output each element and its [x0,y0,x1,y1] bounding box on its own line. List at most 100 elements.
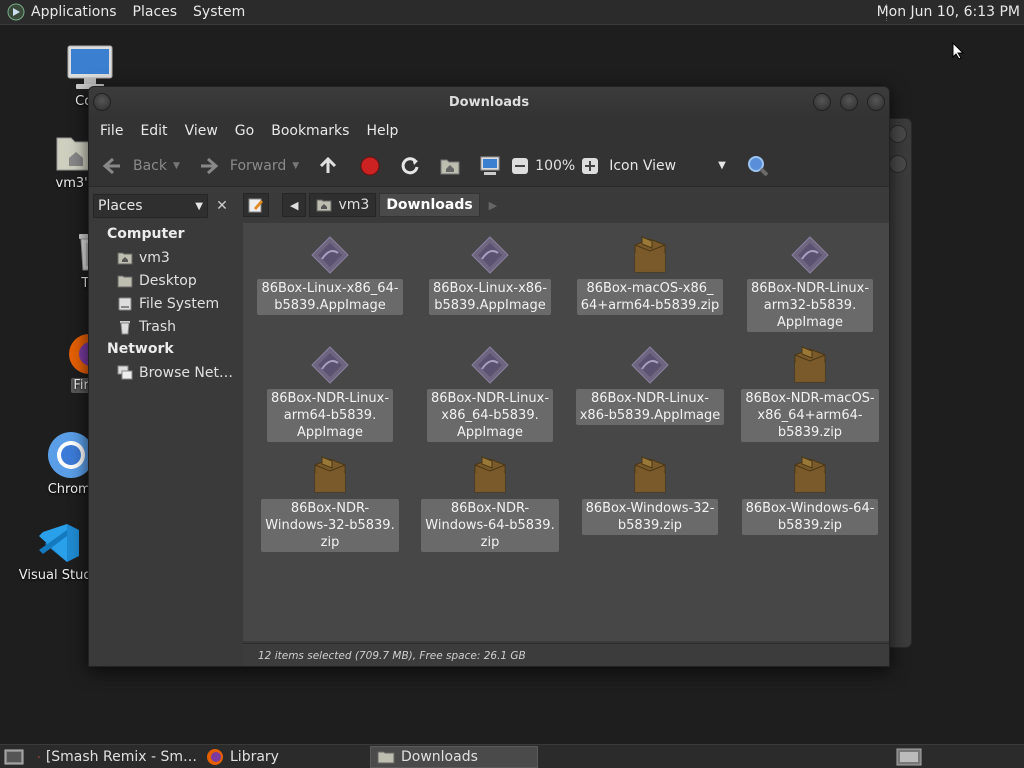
file-item[interactable]: 86Box-NDR- Windows-32-b5839. zip [255,455,405,552]
zoom-in-button[interactable] [581,150,599,182]
file-name-label: 86Box-NDR-Linux-x86_64-b5839. AppImage [426,389,554,442]
file-name-line: 86Box-Linux-x86- [432,281,548,296]
file-item[interactable]: 86Box-NDR-Linux-arm64-b5839. AppImage [255,345,405,442]
home-button[interactable] [439,150,461,182]
computer-button[interactable] [479,150,501,182]
task-smash-remix[interactable]: [Smash Remix - Sm… [32,746,197,768]
home-folder-icon [316,199,332,212]
file-icon-view[interactable]: 86Box-Linux-x86_64- b5839.AppImage 86Box-L… [243,223,889,641]
file-name-line: b5839.AppImage [434,298,546,313]
sidebar-item-file-system[interactable]: File System [117,294,219,314]
sidebar-item-label: Trash [139,319,176,335]
sidebar-item-vm3[interactable]: vm3 [117,248,170,268]
forward-button[interactable]: Forward ▼ [198,150,299,182]
file-item[interactable]: 86Box-Windows-32- b5839.zip [575,455,725,535]
menu-view[interactable]: View [185,123,218,139]
menu-edit[interactable]: Edit [140,123,167,139]
forward-history-chevron-icon[interactable]: ▼ [292,161,299,171]
back-button[interactable]: Back ▼ [101,150,180,182]
maximize-icon[interactable] [840,93,858,111]
menu-file[interactable]: File [100,123,123,139]
file-name-line: zip [480,535,500,550]
file-item[interactable]: 86Box-NDR-Linux-arm32-b5839. AppImage [735,235,885,332]
file-name-label: 86Box-macOS-x86_ 64+arm64-b5839.zip [576,279,724,315]
zoom-out-button[interactable] [511,150,529,182]
breadcrumb-label: Downloads [386,197,473,213]
stop-button[interactable] [359,150,381,182]
applications-menu[interactable]: Applications [31,4,117,20]
file-item[interactable]: 86Box-NDR- Windows-64-b5839. zip [415,455,565,552]
workspace-switcher[interactable] [894,746,928,768]
zoom-level[interactable]: 100% [535,150,575,182]
file-item[interactable]: 86Box-Linux-x86- b5839.AppImage [415,235,565,315]
window-titlebar[interactable]: Downloads [89,87,889,117]
places-selector[interactable]: Places ▼ [93,194,208,218]
reload-button[interactable] [399,150,421,182]
task-library[interactable]: Library [200,746,365,768]
file-name-line: 64+arm64-b5839.zip [580,298,720,313]
sidebar-item-label: File System [139,296,220,312]
file-manager-window[interactable]: Downloads File Edit View Go Bookmarks He… [88,86,890,667]
file-name-line: 86Box-Windows-32- [585,501,715,516]
file-name-line: AppImage [776,315,844,330]
bottom-taskbar: [Smash Remix - Sm… Library Downloads [0,744,1024,768]
file-name-line: x86_64+arm64- [757,408,863,423]
sidebar-item-browse-network[interactable]: Browse Net… [117,363,233,383]
window-control-icon[interactable] [889,155,907,173]
file-name-line: 86Box-NDR- [290,501,370,516]
file-item[interactable]: 86Box-NDR-Linux-x86-b5839.AppImage [575,345,725,425]
system-menu[interactable]: System [193,4,245,20]
sidebar-item-label: Browse Net… [139,365,234,381]
window-menu-icon[interactable] [93,93,111,111]
firefox-icon [207,749,223,765]
system-menu-logo-icon[interactable] [7,3,25,21]
zoom-out-icon [512,157,529,174]
forward-label: Forward [229,157,287,174]
places-menu[interactable]: Places [133,4,178,20]
network-icon [117,365,133,380]
file-item[interactable]: 86Box-NDR-Linux-x86_64-b5839. AppImage [415,345,565,442]
file-name-line: Windows-32-b5839. [265,518,395,533]
breadcrumb-scroll-right-button[interactable]: ▶ [483,193,503,217]
workspace-icon [896,748,922,766]
search-button[interactable] [746,150,770,182]
file-item[interactable]: 86Box-Linux-x86_64- b5839.AppImage [255,235,405,315]
appimage-diamond-icon [471,236,509,274]
menubar: File Edit View Go Bookmarks Help [89,117,889,145]
file-name-label: 86Box-Linux-x86_64- b5839.AppImage [257,279,403,315]
file-item[interactable]: 86Box-Windows-64- b5839.zip [735,455,885,535]
search-icon [747,155,769,176]
file-item[interactable]: 86Box-macOS-x86_ 64+arm64-b5839.zip [575,235,725,315]
menu-go[interactable]: Go [235,123,254,139]
sidebar-item-desktop[interactable]: Desktop [117,271,197,291]
task-downloads[interactable]: Downloads [370,746,538,768]
sidebar-close-button[interactable]: ✕ [211,194,233,218]
view-mode-select[interactable]: Icon View ▼ [609,158,726,174]
breadcrumb-scroll-left-button[interactable]: ◀ [282,193,307,217]
file-name-line: 86Box-Linux-x86_64- [261,281,399,296]
places-chevron-down-icon: ▼ [195,200,203,212]
back-history-chevron-icon[interactable]: ▼ [173,161,180,171]
close-icon[interactable] [867,93,885,111]
menu-help[interactable]: Help [366,123,398,139]
sidebar-item-trash[interactable]: Trash [117,317,176,337]
show-desktop-button[interactable] [2,746,30,768]
mouse-cursor-icon [952,42,964,60]
file-name-line: x86-b5839.AppImage [579,408,721,423]
toggle-location-entry-button[interactable] [243,193,269,217]
status-text: 12 items selected (709.7 MB), Free space… [258,650,526,662]
breadcrumb-downloads[interactable]: Downloads [379,193,480,217]
toolbar: Back ▼ Forward ▼ 100% Icon View ▼ [89,145,889,187]
back-label: Back [133,157,167,174]
menu-bookmarks[interactable]: Bookmarks [271,123,349,139]
window-control-icon[interactable] [889,125,907,143]
window-title: Downloads [448,94,530,110]
up-button[interactable] [317,150,339,182]
file-name-line: AppImage [296,425,364,440]
file-item[interactable]: 86Box-NDR-macOS-x86_64+arm64- b5839.zip [735,345,885,442]
clock[interactable]: Mon Jun 10, 6:13 PM [877,4,1020,20]
minimize-icon[interactable] [813,93,831,111]
file-name-label: 86Box-NDR- Windows-32-b5839. zip [261,499,399,552]
breadcrumb-vm3[interactable]: vm3 [309,193,377,217]
file-name-label: 86Box-NDR-macOS-x86_64+arm64- b5839.zip [741,389,879,442]
